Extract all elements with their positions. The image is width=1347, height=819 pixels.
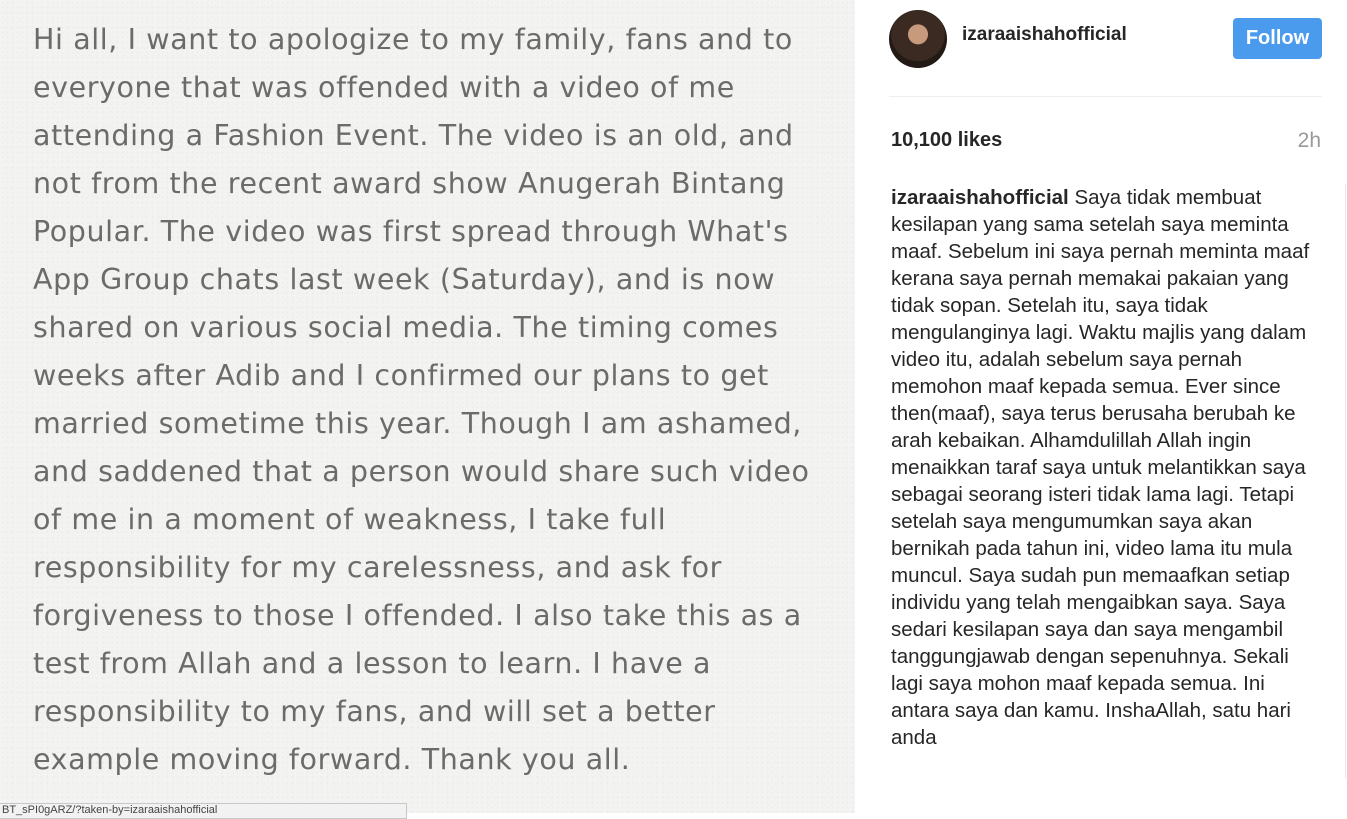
caption-scroll-area[interactable]: izaraaishahofficial Saya tidak membuat k… [891,184,1346,778]
post-header: izaraaishahofficial Follow [889,10,1322,97]
caption: izaraaishahofficial Saya tidak membuat k… [891,184,1321,751]
post-image[interactable]: Hi all, I want to apologize to my family… [0,0,855,813]
likes-count[interactable]: 10,100 likes [891,129,1002,152]
profile-avatar[interactable] [889,10,947,68]
post-time[interactable]: 2h [1298,129,1321,153]
profile-username[interactable]: izaraaishahofficial [962,24,1127,46]
apology-note-text: Hi all, I want to apologize to my family… [33,23,810,776]
caption-username[interactable]: izaraaishahofficial [891,186,1069,209]
post-sidebar: izaraaishahofficial Follow 10,100 likes … [855,0,1347,813]
status-bar-url: BT_sPI0gARZ/?taken-by=izaraaishahofficia… [0,803,407,819]
follow-button[interactable]: Follow [1233,18,1322,59]
caption-text: Saya tidak membuat kesilapan yang sama s… [891,186,1310,749]
